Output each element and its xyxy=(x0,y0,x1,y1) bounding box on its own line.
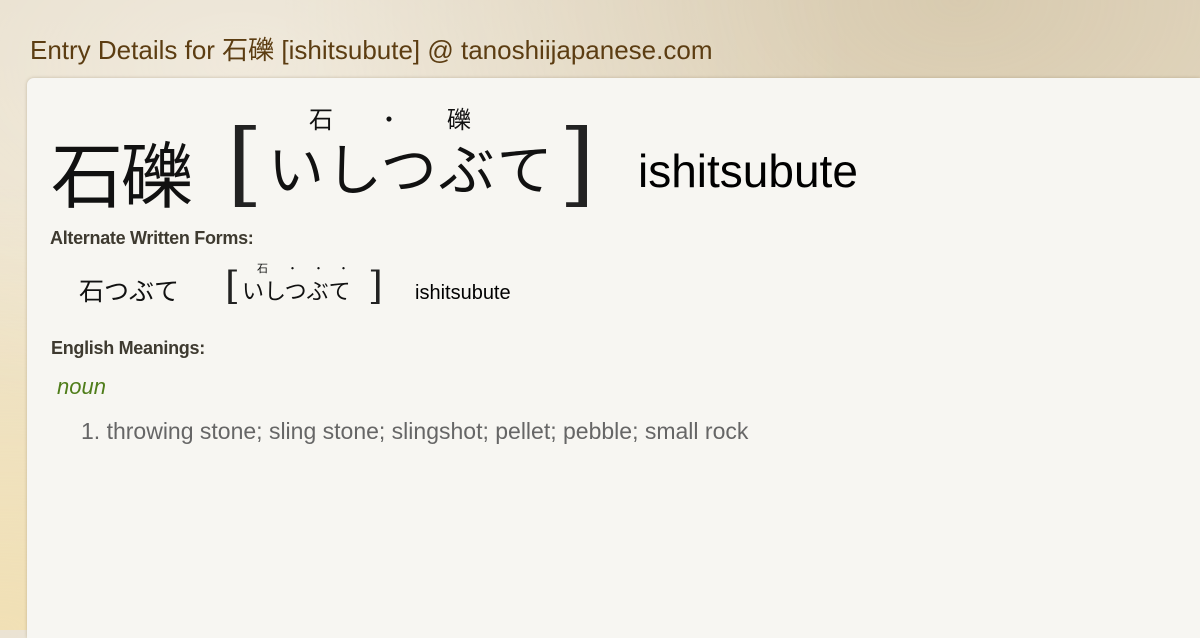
headword-kanji: 石礫 xyxy=(51,135,193,219)
part-of-speech: noun xyxy=(57,374,106,399)
english-meanings-heading: English Meanings: xyxy=(51,338,205,358)
alternate-bracket-open: [ xyxy=(225,264,240,308)
entry-card: 石礫 [ 石 ・ 礫 いしつぶて ] ishitsubute Alternate… xyxy=(27,78,1200,638)
alternate-forms-heading: Alternate Written Forms: xyxy=(50,228,254,248)
alternate-form-reading: いしつぶて xyxy=(242,280,351,305)
alternate-form-kanji: 石つぶて xyxy=(79,277,180,306)
alternate-bracket-close: ] xyxy=(368,264,383,308)
meaning-item: 1. throwing stone; sling stone; slingsho… xyxy=(81,418,749,444)
reading-bracket-open: [ xyxy=(227,110,263,217)
headword-reading: いしつぶて xyxy=(268,139,555,204)
page-title: Entry Details for 石礫 [ishitsubute] @ tan… xyxy=(30,35,713,65)
headword-romaji: ishitsubute xyxy=(638,145,858,197)
alternate-form-romaji: ishitsubute xyxy=(415,282,511,304)
reading-bracket-close: ] xyxy=(559,110,595,217)
